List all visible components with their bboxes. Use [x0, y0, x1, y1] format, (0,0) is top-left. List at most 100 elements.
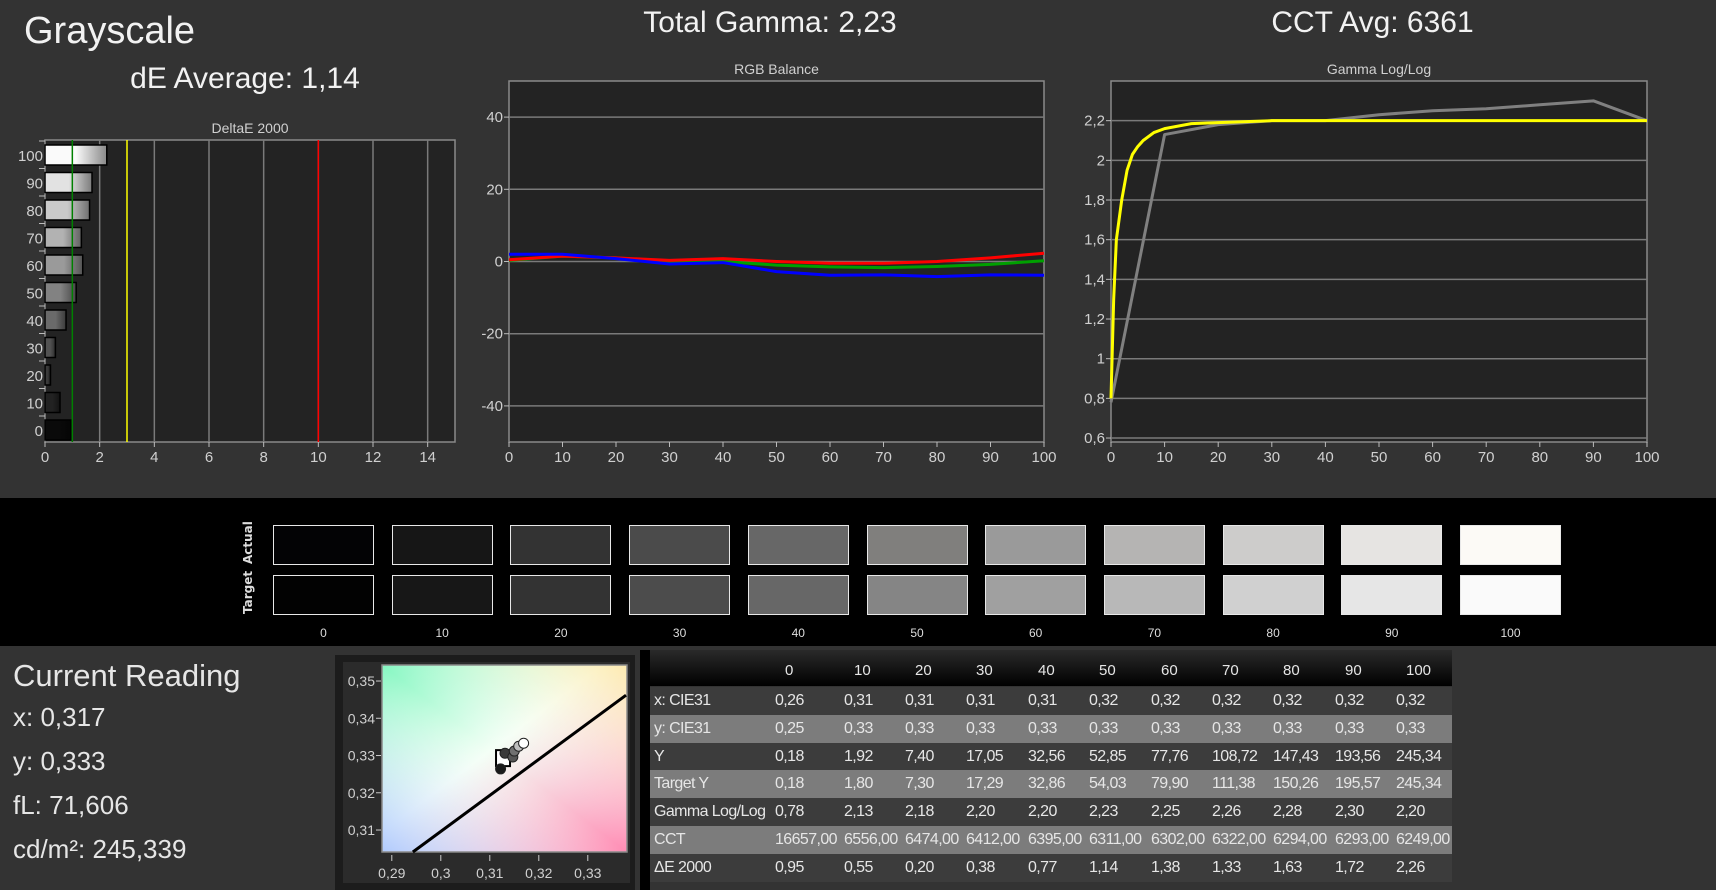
table-cell: 16657,00 [775, 831, 838, 848]
table-cell: 2,20 [966, 803, 995, 821]
table-cell: 7,40 [905, 747, 934, 765]
table-cell: 6302,00 [1151, 831, 1205, 848]
column-header: 70 [1222, 662, 1239, 679]
table-cell: 111,38 [1212, 775, 1256, 793]
table-cell: 6293,00 [1335, 831, 1389, 848]
table-row: CCT 16657,00 6556,00 6474,00 6412,00 6395,00 6… [650, 826, 1452, 854]
x-tick-label: 0,33 [574, 865, 601, 881]
column-header: 30 [976, 662, 993, 679]
row-label: ΔE 2000 [654, 858, 712, 876]
table-cell: 2,30 [1335, 803, 1364, 821]
table-cell: 0,18 [775, 775, 804, 793]
table-cell: 2,26 [1396, 858, 1425, 876]
table-row: ΔE 2000 0,95 0,55 0,20 0,38 0,77 1,14 1,38 1,33 1… [650, 853, 1452, 882]
table-cell: 2,18 [905, 803, 934, 821]
y-tick-label: 0,32 [348, 785, 375, 801]
y-tick-label: 0,31 [348, 822, 375, 838]
row-label: Gamma Log/Log [654, 803, 766, 821]
table-cell: 195,57 [1335, 775, 1381, 793]
table-cell: 6412,00 [966, 831, 1020, 848]
column-header: 10 [854, 662, 871, 679]
table-cell: 0,38 [966, 858, 995, 876]
table-cell: 0,32 [1089, 692, 1118, 709]
table-cell: 0,31 [844, 692, 873, 709]
table-cell: 0,33 [966, 719, 995, 737]
x-tick-label: 0,31 [476, 865, 503, 881]
table-cell: 0,32 [1212, 692, 1241, 709]
table-cell: 6556,00 [844, 831, 898, 848]
table-cell: 2,23 [1089, 803, 1118, 821]
table-cell: 0,31 [905, 692, 934, 709]
column-header: 90 [1345, 662, 1362, 679]
table-cell: 0,33 [1151, 719, 1180, 737]
x-tick-label: 0,32 [525, 865, 552, 881]
table-cell: 2,13 [844, 803, 873, 821]
table-cell: 2,20 [1396, 803, 1425, 821]
table-cell: 6249,00 [1396, 831, 1450, 848]
x-tick-label: 0,29 [378, 865, 405, 881]
table-cell: 32,86 [1028, 775, 1066, 793]
table-cell: 0,77 [1028, 858, 1057, 876]
table-cell: 1,72 [1335, 858, 1364, 876]
table-cell: 0,33 [1212, 719, 1241, 737]
table-row: y: CIE31 0,25 0,33 0,33 0,33 0,33 0,33 0,33 0,33… [650, 714, 1452, 743]
row-label: y: CIE31 [654, 719, 711, 737]
table-cell: 6294,00 [1273, 831, 1327, 848]
table-cell: 0,78 [775, 803, 804, 821]
table-cell: 1,38 [1151, 858, 1180, 876]
table-row: Y 0,18 1,92 7,40 17,05 32,56 52,85 77,76 108,72 1… [650, 742, 1452, 771]
table-cell: 0,20 [905, 858, 934, 876]
table-cell: 0,33 [1028, 719, 1057, 737]
table-cell: 6395,00 [1028, 831, 1082, 848]
table-cell: 0,33 [844, 719, 873, 737]
table-cell: 54,03 [1089, 775, 1127, 793]
column-header: 80 [1283, 662, 1300, 679]
row-label: Y [654, 747, 665, 765]
table-row: Gamma Log/Log 0,78 2,13 2,18 2,20 2,20 2,23 2,2… [650, 798, 1452, 827]
table-row: x: CIE31 0,26 0,31 0,31 0,31 0,31 0,32 0,32 0,32… [650, 687, 1452, 715]
row-label: CCT [654, 831, 686, 848]
row-label: x: CIE31 [654, 692, 711, 709]
table-row: Target Y 0,18 1,80 7,30 17,29 32,86 54,03 79,90… [650, 770, 1452, 799]
table-cell: 245,34 [1396, 775, 1442, 793]
column-header: 60 [1161, 662, 1178, 679]
table-cell: 32,56 [1028, 747, 1066, 765]
table-cell: 0,26 [775, 692, 804, 709]
table-cell: 0,33 [1396, 719, 1425, 737]
table-cell: 0,31 [966, 692, 995, 709]
table-cell: 193,56 [1335, 747, 1381, 765]
column-header: 40 [1038, 662, 1055, 679]
table-cell: 0,32 [1396, 692, 1425, 709]
table-cell: 1,80 [844, 775, 873, 793]
table-header: 0 10 20 30 40 50 60 70 80 90 100 [650, 650, 1452, 686]
table-cell: 0,33 [1089, 719, 1118, 737]
table-cell: 0,18 [775, 747, 804, 765]
x-tick-label: 0,3 [431, 865, 451, 881]
table-cell: 2,20 [1028, 803, 1057, 821]
table-cell: 0,32 [1335, 692, 1364, 709]
table-cell: 7,30 [905, 775, 934, 793]
row-label: Target Y [654, 775, 709, 793]
table-cell: 0,32 [1151, 692, 1180, 709]
column-header: 100 [1406, 662, 1432, 679]
table-cell: 0,25 [775, 719, 804, 737]
column-header: 20 [915, 662, 932, 679]
table-cell: 17,05 [966, 747, 1004, 765]
table-cell: 6474,00 [905, 831, 959, 848]
measurement-table: 0 10 20 30 40 50 60 70 80 90 100 x: CIE31 0,26 0,31 0… [640, 650, 1452, 890]
table-cell: 0,55 [844, 858, 873, 876]
measured-point-0 [495, 763, 507, 775]
table-cell: 150,26 [1273, 775, 1319, 793]
y-tick-label: 0,33 [348, 748, 375, 764]
table-cell: 0,32 [1273, 692, 1302, 709]
y-tick-label: 0,35 [348, 673, 375, 689]
measured-point-5 [518, 737, 530, 749]
table-cell: 0,33 [1335, 719, 1364, 737]
table-cell: 1,92 [844, 747, 873, 765]
table-cell: 147,43 [1273, 747, 1319, 765]
column-header: 50 [1099, 662, 1116, 679]
table-cell: 1,33 [1212, 858, 1241, 876]
table-cell: 79,90 [1151, 775, 1189, 793]
column-header: 0 [785, 662, 794, 679]
table-cell: 6311,00 [1089, 831, 1142, 848]
